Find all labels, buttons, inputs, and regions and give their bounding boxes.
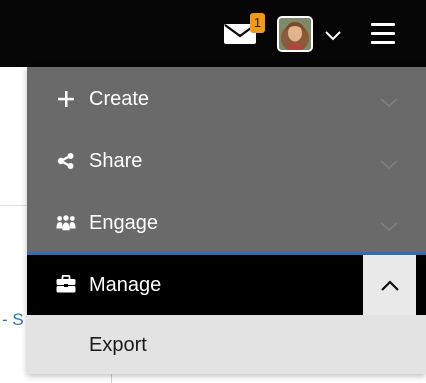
plus-icon: [56, 90, 76, 108]
screen: - S 1 Create Share Engage Manage Export: [0, 0, 426, 383]
hamburger-icon-bar: [371, 41, 395, 44]
navigation-dropdown-menu: Create Share Engage Manage Export: [27, 67, 426, 374]
background-partial-link[interactable]: - S: [2, 310, 24, 330]
chevron-up-icon: [381, 280, 399, 291]
chevron-down-icon: [380, 157, 398, 175]
people-group-icon: [56, 214, 76, 232]
menu-item-engage[interactable]: Engage: [27, 191, 426, 252]
hamburger-icon-bar: [371, 32, 395, 35]
briefcase-icon: [56, 275, 76, 293]
menu-item-label: Create: [89, 88, 150, 110]
user-avatar[interactable]: [277, 16, 313, 52]
menu-item-label: Engage: [89, 212, 158, 234]
chevron-down-icon: [380, 95, 398, 113]
notification-count-badge: 1: [250, 13, 265, 33]
menu-item-label: Share: [89, 150, 143, 172]
menu-item-label: Manage: [89, 274, 162, 296]
chevron-down-icon: [325, 31, 341, 41]
chevron-down-icon: [380, 219, 398, 237]
submenu-manage: Export: [27, 315, 426, 374]
user-menu-chevron[interactable]: [325, 28, 341, 46]
share-icon: [56, 152, 76, 170]
hamburger-icon: [371, 23, 395, 26]
top-header-bar: 1: [0, 0, 426, 67]
menu-item-share[interactable]: Share: [27, 129, 426, 191]
background-divider: [0, 205, 27, 206]
main-menu-button[interactable]: [371, 23, 395, 45]
collapse-toggle-button[interactable]: [363, 255, 416, 315]
submenu-item-export[interactable]: Export: [89, 333, 147, 357]
menu-item-create[interactable]: Create: [27, 67, 426, 129]
menu-item-manage[interactable]: Manage: [27, 255, 426, 315]
